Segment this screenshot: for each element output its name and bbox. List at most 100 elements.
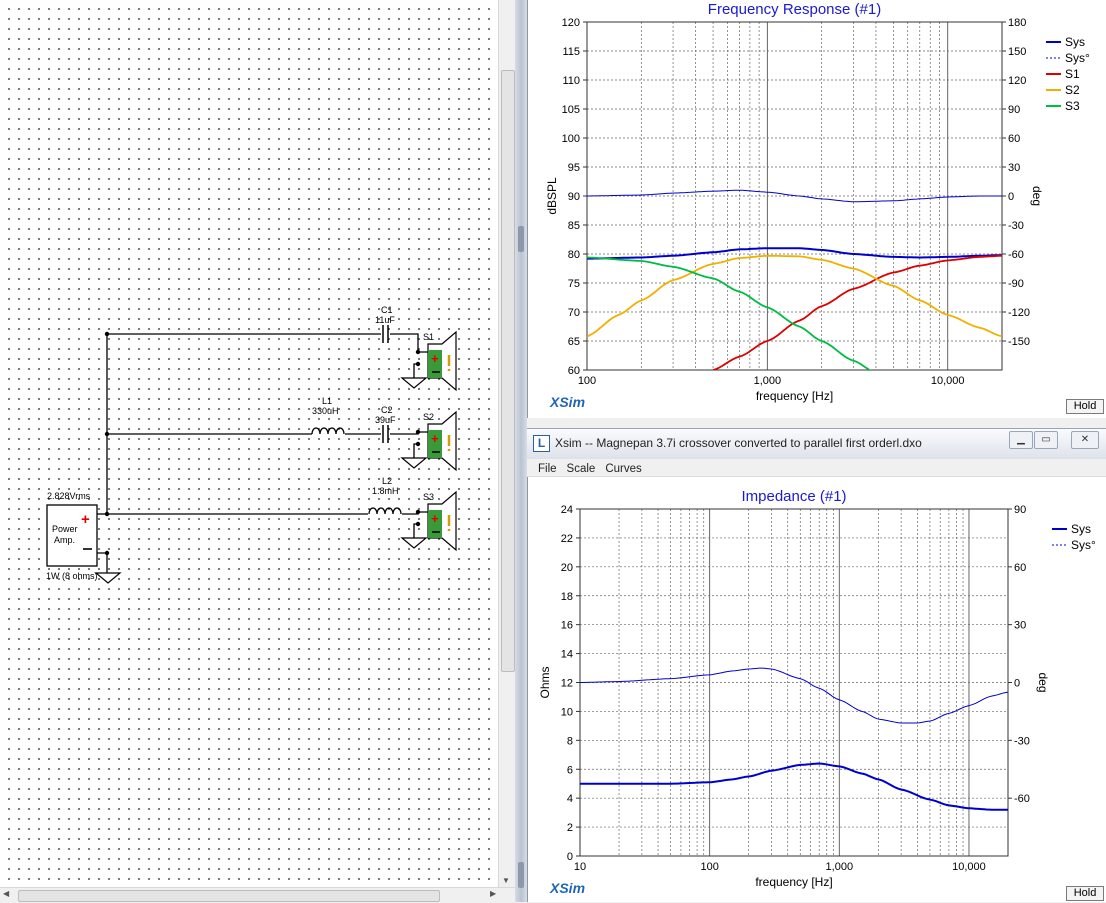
impedance-window-titlebar[interactable]: L Xsim -- Magnepan 3.7i crossover conver… <box>527 428 1106 460</box>
capacitor-c2-name: C2 <box>381 405 393 415</box>
ground-symbols <box>94 377 428 584</box>
xsim-logo: XSim <box>550 880 586 896</box>
y2-tick-label: 0 <box>1014 678 1020 690</box>
ground-icon <box>94 572 122 584</box>
menu-scale[interactable]: Scale <box>562 461 601 477</box>
scroll-down-arrow-icon[interactable]: ▼ <box>502 876 510 885</box>
x-tick-label: 100 <box>578 375 596 387</box>
x-axis-label: frequency [Hz] <box>756 389 833 403</box>
legend-label: Sys° <box>1071 538 1096 552</box>
xsim-app-icon: L <box>533 435 550 452</box>
legend-label: S1 <box>1065 67 1080 81</box>
junction-dot <box>104 511 110 517</box>
speaker-s3-name: S3 <box>423 492 434 502</box>
wire-l2-s3 <box>402 511 428 515</box>
speaker-s1[interactable]: S1 + <box>423 330 457 392</box>
y-tick-label: 65 <box>568 336 580 348</box>
legend: Sys Sys° <box>1052 522 1096 552</box>
legend-label: Sys <box>1071 522 1091 536</box>
y-tick-label: 2 <box>567 822 573 834</box>
speaker-s3[interactable]: S3 + <box>423 490 457 552</box>
close-button[interactable]: ✕ <box>1071 431 1099 449</box>
y2-tick-label: 0 <box>1008 191 1014 203</box>
y-tick-label: 110 <box>562 75 580 87</box>
y-tick-label: 22 <box>561 533 573 545</box>
speaker-s2[interactable]: S2 + <box>423 410 457 472</box>
scroll-right-arrow-icon[interactable]: ▶ <box>490 889 496 898</box>
junction-dot <box>415 429 421 435</box>
y2-tick-label: 90 <box>1008 104 1020 116</box>
inductor-l1-value: 330uH <box>312 406 339 416</box>
wire-amp-gnd <box>97 552 108 573</box>
y2-tick-label: -30 <box>1008 220 1024 232</box>
inductor-l2-value: 1.8mH <box>372 486 399 496</box>
y2-tick-label: -60 <box>1014 793 1030 805</box>
x-tick-label: 10,000 <box>952 861 986 873</box>
y2-tick-label: -150 <box>1008 336 1030 348</box>
y-tick-label: 24 <box>561 504 573 516</box>
menu-curves[interactable]: Curves <box>600 461 646 477</box>
ground-icon <box>400 457 428 469</box>
y-tick-label: 18 <box>561 591 573 603</box>
capacitor-c2[interactable]: C2 39uF <box>375 405 396 443</box>
y2-tick-label: 30 <box>1008 162 1020 174</box>
ground-icon <box>400 537 428 549</box>
inductor-l2-symbol <box>368 507 402 515</box>
y-tick-label: 100 <box>562 133 580 145</box>
series-group <box>587 189 1002 370</box>
scroll-left-arrow-icon[interactable]: ◀ <box>3 889 9 898</box>
vertical-scroll-thumb[interactable] <box>501 70 515 672</box>
y-tick-label: 10 <box>561 706 573 718</box>
legend-label: S3 <box>1065 99 1080 113</box>
menu-file[interactable]: File <box>527 461 562 477</box>
y-tick-label: 16 <box>561 620 573 632</box>
legend-label: Sys° <box>1065 51 1090 65</box>
window-title: Xsim -- Magnepan 3.7i crossover converte… <box>555 436 922 450</box>
y2-tick-label: 60 <box>1008 133 1020 145</box>
speaker-s3-plus-icon: + <box>431 511 439 526</box>
power-amp-plus-icon: + <box>81 511 90 528</box>
schematic-canvas[interactable]: C1 11uF L1 330uH C2 39uF L2 1.8mH S1 + S… <box>0 0 498 887</box>
splitter-bar[interactable] <box>515 0 527 902</box>
y-tick-label: 6 <box>567 764 573 776</box>
minimize-button[interactable]: ▁ <box>1009 431 1033 449</box>
schematic-vertical-scrollbar[interactable]: ▼ <box>498 0 516 887</box>
power-amp-source[interactable]: 2.828Vrms Power Amp. + 1W (8 ohms) <box>46 491 98 581</box>
x-tick-label: 10 <box>574 861 586 873</box>
junction-dot <box>415 521 421 527</box>
y-tick-label: 14 <box>561 649 573 661</box>
schematic-horizontal-scrollbar[interactable]: ◀ ▶ <box>0 887 515 903</box>
inductor-l1[interactable]: L1 330uH <box>311 396 345 435</box>
inductor-l2[interactable]: L2 1.8mH <box>368 476 402 515</box>
legend: Sys Sys° S1 S2 S3 <box>1046 35 1090 113</box>
restore-button[interactable]: ▭ <box>1034 431 1058 449</box>
y-tick-label: 90 <box>568 191 580 203</box>
inductor-l1-symbol <box>311 427 345 435</box>
hold-button[interactable]: Hold <box>1066 399 1104 414</box>
y2-tick-label: 30 <box>1014 620 1026 632</box>
capacitor-c1-value: 11uF <box>375 315 395 325</box>
chart-title: Impedance (#1) <box>741 488 846 505</box>
series-line-s1 <box>712 254 1002 370</box>
x-tick-label: 1,000 <box>754 375 782 387</box>
y-tick-label: 105 <box>562 104 580 116</box>
y2-tick-label: -60 <box>1008 249 1024 261</box>
capacitor-c1[interactable]: C1 11uF <box>375 305 395 343</box>
splitter-grip[interactable] <box>518 862 524 888</box>
horizontal-scroll-thumb[interactable] <box>18 890 440 902</box>
junction-dot <box>104 550 110 556</box>
y-tick-label: 95 <box>568 162 580 174</box>
wires <box>97 333 428 573</box>
inductor-l1-name: L1 <box>322 396 332 406</box>
impedance-chart: Impedance (#1)024681012141618202224-60-3… <box>538 488 1096 889</box>
y2-tick-label: 120 <box>1008 75 1026 87</box>
legend-label: S2 <box>1065 83 1080 97</box>
junctions <box>104 331 421 556</box>
x-tick-label: 1,000 <box>826 861 854 873</box>
hold-button[interactable]: Hold <box>1066 886 1104 901</box>
junction-dot <box>415 349 421 355</box>
series-line-sys-phase <box>580 667 1008 724</box>
junction-dot <box>415 361 421 367</box>
impedance-window: Impedance (#1) 0 2 4 6 8 10 12 14 16 18 20 22 24 -60 -3… <box>527 477 1106 902</box>
splitter-grip[interactable] <box>518 226 524 252</box>
